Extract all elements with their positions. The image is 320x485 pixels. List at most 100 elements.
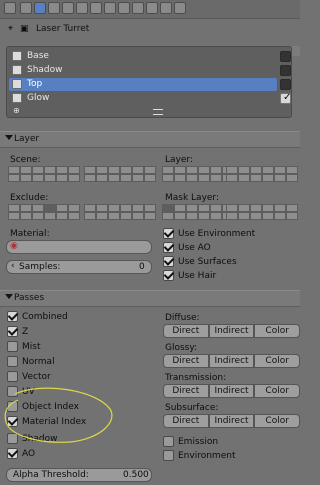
layer-enable-checkbox[interactable] (280, 79, 291, 90)
list-item[interactable]: Top (9, 78, 291, 91)
list-item-label: Shadow (27, 65, 63, 75)
samples-field[interactable]: ‹ Samples: 0 (6, 260, 152, 274)
pass-checkbox[interactable] (7, 341, 18, 352)
use-hair-checkbox[interactable] (163, 269, 175, 281)
texture-icon[interactable] (146, 2, 158, 14)
use-environment-checkbox[interactable] (163, 227, 175, 239)
render-icon[interactable] (20, 2, 32, 14)
list-item-label: Glow (27, 93, 50, 103)
object-icon[interactable] (76, 2, 88, 14)
glossy-indirect-button[interactable]: Indirect (208, 354, 255, 368)
alpha-threshold-value: 0.500 (123, 470, 149, 480)
arrow-left-icon[interactable]: ‹ (11, 261, 15, 271)
scene-layer-grid[interactable] (8, 166, 80, 182)
layer-panel-header[interactable]: Layer (0, 131, 300, 148)
resize-icon[interactable]: ⊕ (13, 106, 20, 115)
render-layer-list[interactable]: Base Shadow Top Glow ✓ ⊕ (6, 46, 292, 118)
transmission-buttons[interactable]: Direct Indirect Color (163, 384, 301, 398)
layer-grid-2[interactable] (226, 166, 298, 182)
pass-checkbox[interactable] (7, 371, 18, 382)
exclude-grid[interactable] (8, 204, 80, 220)
render-layer-icon (12, 65, 22, 75)
material-icon: ◉ (10, 241, 18, 251)
material-field[interactable]: ◉ (6, 240, 152, 254)
diffuse-color-button[interactable]: Color (254, 324, 301, 338)
exclude-grid-2[interactable] (84, 204, 156, 220)
scene-icon[interactable] (48, 2, 60, 14)
pass-label: Z (22, 327, 29, 337)
pin-icon[interactable]: ⌖ (8, 24, 13, 34)
subsurface-buttons[interactable]: Direct Indirect Color (163, 414, 301, 428)
pass-label: Vector (22, 372, 51, 382)
mask-layer-label: Mask Layer: (165, 193, 220, 203)
render-layers-icon[interactable] (34, 2, 46, 14)
pass-label: AO (22, 449, 36, 459)
properties-toolbar (0, 0, 300, 19)
passes-panel-header[interactable]: Passes (0, 290, 300, 307)
collapse-triangle-icon (5, 294, 13, 299)
use-ao-label: Use AO (178, 243, 211, 253)
pass-checkbox[interactable] (7, 325, 19, 337)
material-icon[interactable] (132, 2, 144, 14)
samples-value: 0 (139, 262, 145, 272)
scene-small-icon: ▣ (20, 24, 29, 34)
data-icon[interactable] (118, 2, 130, 14)
editor-type-icon[interactable] (4, 2, 16, 14)
pass-label: Mist (22, 342, 41, 352)
glossy-color-button[interactable]: Color (254, 354, 301, 368)
particles-icon[interactable] (160, 2, 172, 14)
layer-grid[interactable] (162, 166, 234, 182)
transmission-direct-button[interactable]: Direct (163, 384, 209, 398)
use-surfaces-checkbox[interactable] (163, 255, 175, 267)
scene-layer-grid-2[interactable] (84, 166, 156, 182)
layer-enable-checkbox[interactable] (280, 65, 291, 76)
mask-layer-grid[interactable] (162, 204, 234, 220)
subsurface-direct-button[interactable]: Direct (163, 414, 209, 428)
transmission-indirect-button[interactable]: Indirect (208, 384, 255, 398)
scene-title: Laser Turret (36, 24, 90, 34)
pass-checkbox[interactable] (7, 447, 19, 459)
panel-title: Layer (14, 134, 40, 144)
subsurface-indirect-button[interactable]: Indirect (208, 414, 255, 428)
render-layer-icon (12, 93, 22, 103)
layer-enable-checkbox[interactable]: ✓ (280, 92, 291, 104)
subsurface-label: Subsurface: (165, 403, 219, 413)
annotation-circle-icon (4, 387, 113, 443)
pass-checkbox[interactable] (7, 310, 19, 322)
list-item-label: Top (27, 79, 43, 89)
transmission-color-button[interactable]: Color (254, 384, 301, 398)
list-grip-icon[interactable] (153, 109, 163, 115)
constraints-icon[interactable] (90, 2, 102, 14)
add-layer-button[interactable] (292, 46, 300, 56)
alpha-threshold-field[interactable]: Alpha Threshold: 0.500 (6, 468, 152, 482)
alpha-threshold-label: Alpha Threshold: (13, 470, 89, 480)
emission-label: Emission (178, 437, 219, 447)
pass-checkbox[interactable] (7, 356, 18, 367)
use-hair-label: Use Hair (178, 271, 217, 281)
modifiers-icon[interactable] (104, 2, 116, 14)
glossy-direct-button[interactable]: Direct (163, 354, 209, 368)
list-item[interactable]: Base (9, 50, 291, 63)
diffuse-label: Diffuse: (165, 313, 200, 323)
exclude-label: Exclude: (10, 193, 49, 203)
world-icon[interactable] (62, 2, 74, 14)
transmission-label: Transmission: (165, 373, 227, 383)
collapse-triangle-icon (5, 135, 13, 140)
emission-checkbox[interactable] (163, 436, 174, 447)
layer-label: Layer: (165, 155, 193, 165)
diffuse-indirect-button[interactable]: Indirect (208, 324, 255, 338)
environment-checkbox[interactable] (163, 450, 174, 461)
glossy-buttons[interactable]: Direct Indirect Color (163, 354, 301, 368)
subsurface-color-button[interactable]: Color (254, 414, 301, 428)
list-item[interactable]: Shadow (9, 64, 291, 77)
list-item[interactable]: Glow ✓ (9, 92, 291, 105)
layer-enable-checkbox[interactable] (280, 51, 291, 62)
samples-label: Samples: (19, 262, 61, 272)
physics-icon[interactable] (174, 2, 186, 14)
list-item-label: Base (27, 51, 49, 61)
mask-layer-grid-2[interactable] (226, 204, 298, 220)
diffuse-buttons[interactable]: Direct Indirect Color (163, 324, 301, 338)
render-layer-icon (12, 79, 22, 89)
use-ao-checkbox[interactable] (163, 241, 175, 253)
diffuse-direct-button[interactable]: Direct (163, 324, 209, 338)
